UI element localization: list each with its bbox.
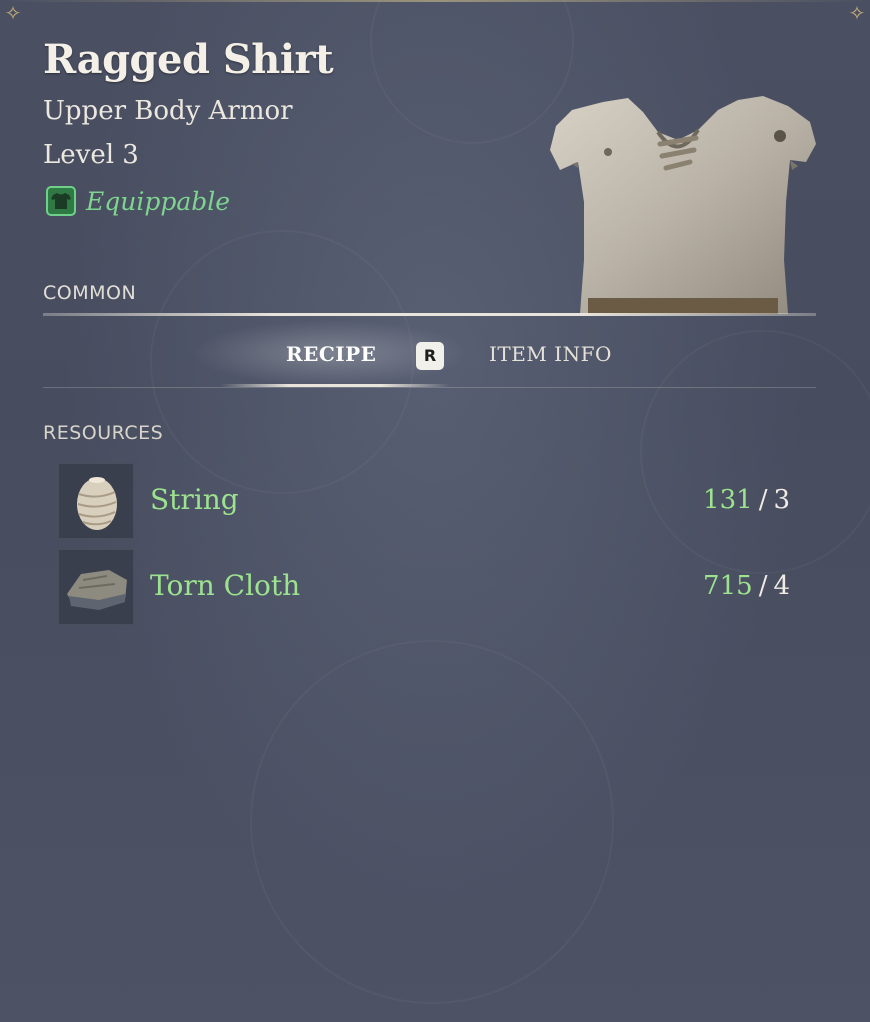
resource-name: Torn Cloth — [150, 569, 301, 602]
ragged-shirt-image — [550, 96, 816, 314]
item-level: Level 3 — [43, 140, 139, 170]
torn-cloth-icon — [58, 549, 134, 625]
rarity-label: COMMON — [43, 282, 137, 304]
background-ornament — [370, 0, 574, 144]
resource-row[interactable]: Torn Cloth 715/4 — [58, 549, 798, 625]
resource-count: 715/4 — [703, 571, 790, 601]
string-spool-icon — [58, 463, 134, 539]
tab-bar: RECIPE R ITEM INFO — [0, 320, 870, 392]
corner-ornament-icon: ✧ — [848, 1, 866, 25]
panel-top-border — [0, 0, 870, 2]
resource-name: String — [150, 483, 239, 516]
tab-item-info[interactable]: ITEM INFO — [489, 342, 612, 366]
tab-recipe[interactable]: RECIPE — [286, 342, 376, 366]
switch-tab-key-hint[interactable]: R — [416, 342, 444, 370]
equippable-label: Equippable — [86, 186, 231, 216]
resource-count: 131/3 — [703, 485, 790, 515]
item-title: Ragged Shirt — [43, 36, 334, 83]
resource-row[interactable]: String 131/3 — [58, 463, 798, 539]
item-tooltip-panel: ✧ ✧ Ragged Shirt Upper Body Armor Level … — [0, 0, 870, 1022]
item-type: Upper Body Armor — [43, 96, 293, 126]
corner-ornament-icon: ✧ — [4, 1, 22, 25]
resources-heading: RESOURCES — [43, 422, 164, 444]
tabs-divider — [43, 387, 816, 388]
background-ornament — [250, 640, 614, 1004]
equippable-indicator: Equippable — [46, 186, 230, 216]
shirt-equip-icon — [46, 186, 76, 216]
header-divider — [43, 313, 816, 316]
